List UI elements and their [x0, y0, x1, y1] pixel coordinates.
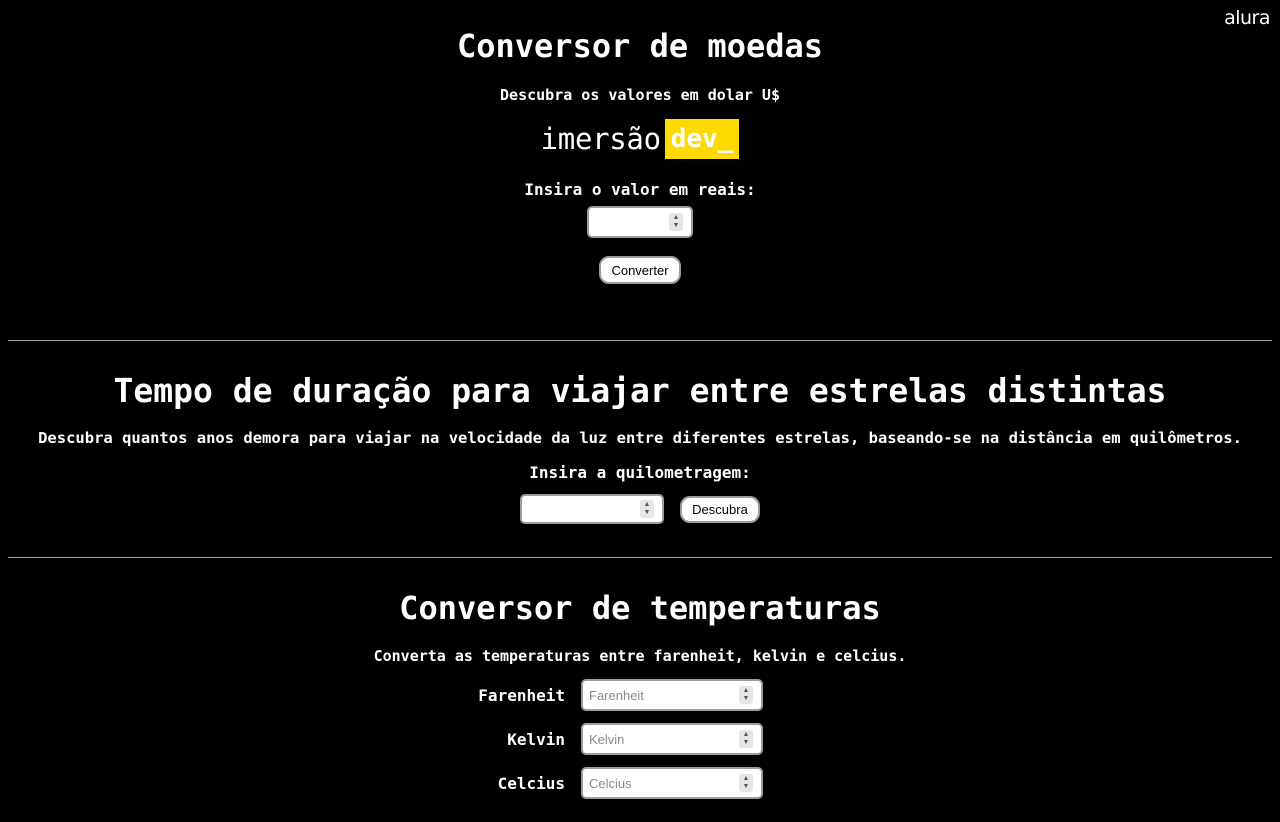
km-input-spinner-icon[interactable]: ▲ ▼ — [640, 500, 654, 518]
km-input[interactable]: ▲ ▼ — [520, 494, 664, 524]
currency-title: Conversor de moedas — [456, 27, 824, 65]
temperature-fields: Farenheit Farenheit ▲ ▼ Kelvin Kelvin ▲ ▼ … — [0, 678, 1280, 800]
kelvin-label: Kelvin — [507, 729, 565, 749]
celcius-label: Celcius — [497, 773, 565, 793]
currency-subtitle: Descubra os valores em dolar U$ — [500, 86, 780, 104]
farenheit-placeholder: Farenheit — [589, 687, 644, 703]
celcius-input[interactable]: Celcius ▲ ▼ — [581, 767, 763, 799]
imersao-dev-logo: imersão dev_ — [0, 119, 1280, 159]
kelvin-row: Kelvin Kelvin ▲ ▼ — [0, 722, 1280, 756]
discover-button[interactable]: Descubra — [680, 495, 760, 523]
farenheit-input[interactable]: Farenheit ▲ ▼ — [581, 679, 763, 711]
stars-title: Tempo de duração para viajar entre estre… — [113, 371, 1167, 410]
kelvin-placeholder: Kelvin — [589, 731, 625, 747]
page: alura Conversor de moedas Descubra os va… — [0, 0, 1280, 822]
temperature-converter-section: Conversor de temperaturas Converta as te… — [0, 588, 1280, 810]
currency-input-label: Insira o valor em reais: — [524, 180, 756, 199]
currency-converter-section: Conversor de moedas Descubra os valores … — [0, 26, 1280, 284]
convert-button[interactable]: Converter — [599, 256, 681, 284]
temperature-title: Conversor de temperaturas — [399, 589, 881, 627]
section-divider — [8, 557, 1272, 558]
farenheit-spinner-icon[interactable]: ▲ ▼ — [739, 686, 753, 704]
farenheit-label: Farenheit — [478, 685, 565, 705]
celcius-spinner-icon[interactable]: ▲ ▼ — [739, 774, 753, 792]
stars-input-row: ▲ ▼ Descubra — [0, 494, 1280, 524]
kelvin-input[interactable]: Kelvin ▲ ▼ — [581, 723, 763, 755]
section-divider — [8, 340, 1272, 341]
kelvin-spinner-icon[interactable]: ▲ ▼ — [739, 730, 753, 748]
star-travel-section: Tempo de duração para viajar entre estre… — [0, 370, 1280, 524]
stars-input-label: Insira a quilometragem: — [529, 463, 751, 482]
reais-input-spinner-icon[interactable]: ▲ ▼ — [669, 213, 683, 231]
stars-subtitle: Descubra quantos anos demora para viajar… — [38, 429, 1242, 447]
celcius-placeholder: Celcius — [589, 775, 632, 791]
celcius-row: Celcius Celcius ▲ ▼ — [0, 766, 1280, 800]
temperature-subtitle: Converta as temperaturas entre farenheit… — [373, 647, 907, 665]
imersao-logo-word: imersão — [540, 122, 661, 156]
imersao-logo-dev: dev_ — [664, 119, 740, 159]
reais-input[interactable]: ▲ ▼ — [587, 206, 693, 238]
farenheit-row: Farenheit Farenheit ▲ ▼ — [0, 678, 1280, 712]
